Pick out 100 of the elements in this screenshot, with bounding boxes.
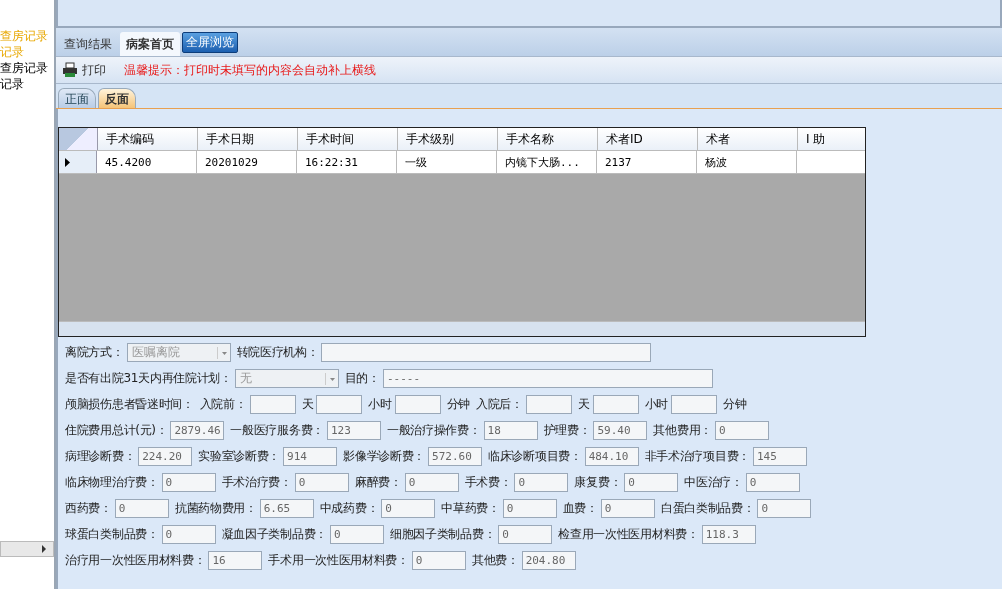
row-header[interactable] xyxy=(59,151,97,173)
dropdown-arrow-icon[interactable] xyxy=(324,372,338,385)
field-label: 一般治疗操作费： xyxy=(387,422,481,439)
field-label: 护理费： xyxy=(543,422,591,439)
field-label: 住院费用总计(元)： xyxy=(65,422,168,439)
field-label: 其他费用： xyxy=(653,422,712,439)
tab[interactable]: 正面 xyxy=(58,88,96,108)
tab[interactable]: 查询结果 xyxy=(58,32,118,56)
field-label: 治疗用一次性医用材料费： xyxy=(65,552,206,569)
input-field[interactable]: 145 xyxy=(752,447,807,466)
column-header[interactable]: 术者 xyxy=(698,128,798,150)
table-cell: 一级 xyxy=(397,151,497,173)
input-field[interactable] xyxy=(316,395,363,414)
input-field[interactable]: 59.40 xyxy=(593,421,648,440)
input-field[interactable]: 0 xyxy=(745,473,800,492)
field-label: 分钟 xyxy=(446,396,471,413)
input-field[interactable]: 0 xyxy=(381,499,436,518)
input-field[interactable]: 914 xyxy=(283,447,338,466)
input-field[interactable] xyxy=(670,395,717,414)
table-cell: 16:22:31 xyxy=(297,151,397,173)
column-header[interactable]: 手术日期 xyxy=(198,128,298,150)
field-label: 中草药费： xyxy=(441,500,500,517)
input-field[interactable]: 6.65 xyxy=(259,499,314,518)
field-label: 抗菌药物费用： xyxy=(174,500,257,517)
column-header[interactable]: 手术级别 xyxy=(398,128,498,150)
scrollbar[interactable] xyxy=(0,541,54,557)
input-field[interactable]: 123 xyxy=(327,421,381,440)
printer-icon xyxy=(62,62,78,78)
input-field[interactable]: 0 xyxy=(404,473,459,492)
arrow-right-icon[interactable] xyxy=(41,545,47,553)
field-label: 颅脑损伤患者昏迷时间： xyxy=(65,396,194,413)
field-label: 影像学诊断费： xyxy=(343,448,425,465)
sidebar-item[interactable]: 记录 xyxy=(0,76,54,92)
column-header[interactable]: 术者ID xyxy=(598,128,698,150)
field-label: 临床物理治疗费： xyxy=(65,474,159,491)
input-field[interactable]: 0 xyxy=(600,499,655,518)
column-header[interactable]: 手术时间 xyxy=(298,128,398,150)
input-field[interactable] xyxy=(592,395,639,414)
input-field[interactable] xyxy=(249,395,296,414)
print-button[interactable]: 打印 xyxy=(60,59,108,81)
field-label: 手术用一次性医用材料费： xyxy=(268,552,409,569)
input-field[interactable]: 0 xyxy=(514,473,569,492)
field-label: 一般医疗服务费： xyxy=(230,422,324,439)
field-label: 目的： xyxy=(344,370,380,387)
table-cell: 2137 xyxy=(597,151,697,173)
input-field[interactable]: 0 xyxy=(624,473,679,492)
field-label: 离院方式： xyxy=(65,344,124,361)
field-label: 麻醉费： xyxy=(354,474,402,491)
input-field[interactable]: 0 xyxy=(498,525,553,544)
field-label: 手术治疗费： xyxy=(221,474,292,491)
input-field[interactable]: 18 xyxy=(483,421,538,440)
field-label: 临床诊断项目费： xyxy=(488,448,582,465)
field-label: 病理诊断费： xyxy=(65,448,136,465)
input-field[interactable]: 0 xyxy=(714,421,769,440)
input-field[interactable] xyxy=(525,395,572,414)
field-label: 非手术治疗项目费： xyxy=(644,448,750,465)
field-label: 实验室诊断费： xyxy=(198,448,281,465)
field-label: 分钟 xyxy=(722,396,747,413)
input-field[interactable]: 118.3 xyxy=(701,525,756,544)
input-field[interactable]: ----- xyxy=(382,369,713,388)
field-label: 入院后： xyxy=(476,396,523,413)
input-field[interactable]: 0 xyxy=(502,499,557,518)
column-header[interactable]: 手术名称 xyxy=(498,128,598,150)
field-label: 检查用一次性医用材料费： xyxy=(558,526,699,543)
sidebar-item[interactable]: 查房记录 xyxy=(0,60,54,76)
field-label: 中医治疗： xyxy=(684,474,743,491)
input-field[interactable]: 204.80 xyxy=(521,551,576,570)
input-field[interactable]: 0 xyxy=(294,473,349,492)
hint-text: 温馨提示：打印时未填写的内容会自动补上横线 xyxy=(124,61,376,79)
field-label: 天 xyxy=(577,396,590,413)
input-field[interactable] xyxy=(394,395,441,414)
field-label: 中成药费： xyxy=(319,500,379,517)
input-field[interactable]: 0 xyxy=(329,525,384,544)
input-field[interactable]: 2879.46 xyxy=(170,421,225,440)
table-cell: 内镜下大肠... xyxy=(497,151,597,173)
field-label: 西药费： xyxy=(65,500,112,517)
input-field[interactable]: 0 xyxy=(757,499,812,518)
input-field[interactable]: 0 xyxy=(411,551,466,570)
input-field[interactable] xyxy=(321,343,652,362)
field-label: 白蛋白类制品费： xyxy=(660,500,755,517)
input-field[interactable]: 0 xyxy=(161,473,216,492)
table-cell: 杨波 xyxy=(697,151,797,173)
input-field[interactable]: 0 xyxy=(114,499,169,518)
dropdown-arrow-icon[interactable] xyxy=(216,346,230,359)
field-label: 是否有出院31天内再住院计划： xyxy=(65,370,232,387)
field-label: 康复费： xyxy=(574,474,622,491)
input-field[interactable]: 484.10 xyxy=(584,447,639,466)
column-header[interactable]: 手术编码 xyxy=(98,128,198,150)
input-field[interactable]: 0 xyxy=(161,525,216,544)
input-field[interactable]: 224.20 xyxy=(138,447,193,466)
table-cell: 45.4200 xyxy=(97,151,197,173)
scrollbar[interactable] xyxy=(59,321,865,336)
field-label: 细胞因子类制品费： xyxy=(389,526,496,543)
column-header[interactable]: I 助 xyxy=(798,128,864,150)
fullscreen-button[interactable]: 全屏浏览 xyxy=(182,31,238,53)
tab[interactable]: 反面 xyxy=(98,88,136,108)
input-field[interactable]: 572.60 xyxy=(428,447,482,466)
field-label: 其他费： xyxy=(471,552,519,569)
input-field[interactable]: 16 xyxy=(208,551,263,570)
tab[interactable]: 病案首页 xyxy=(120,32,180,56)
